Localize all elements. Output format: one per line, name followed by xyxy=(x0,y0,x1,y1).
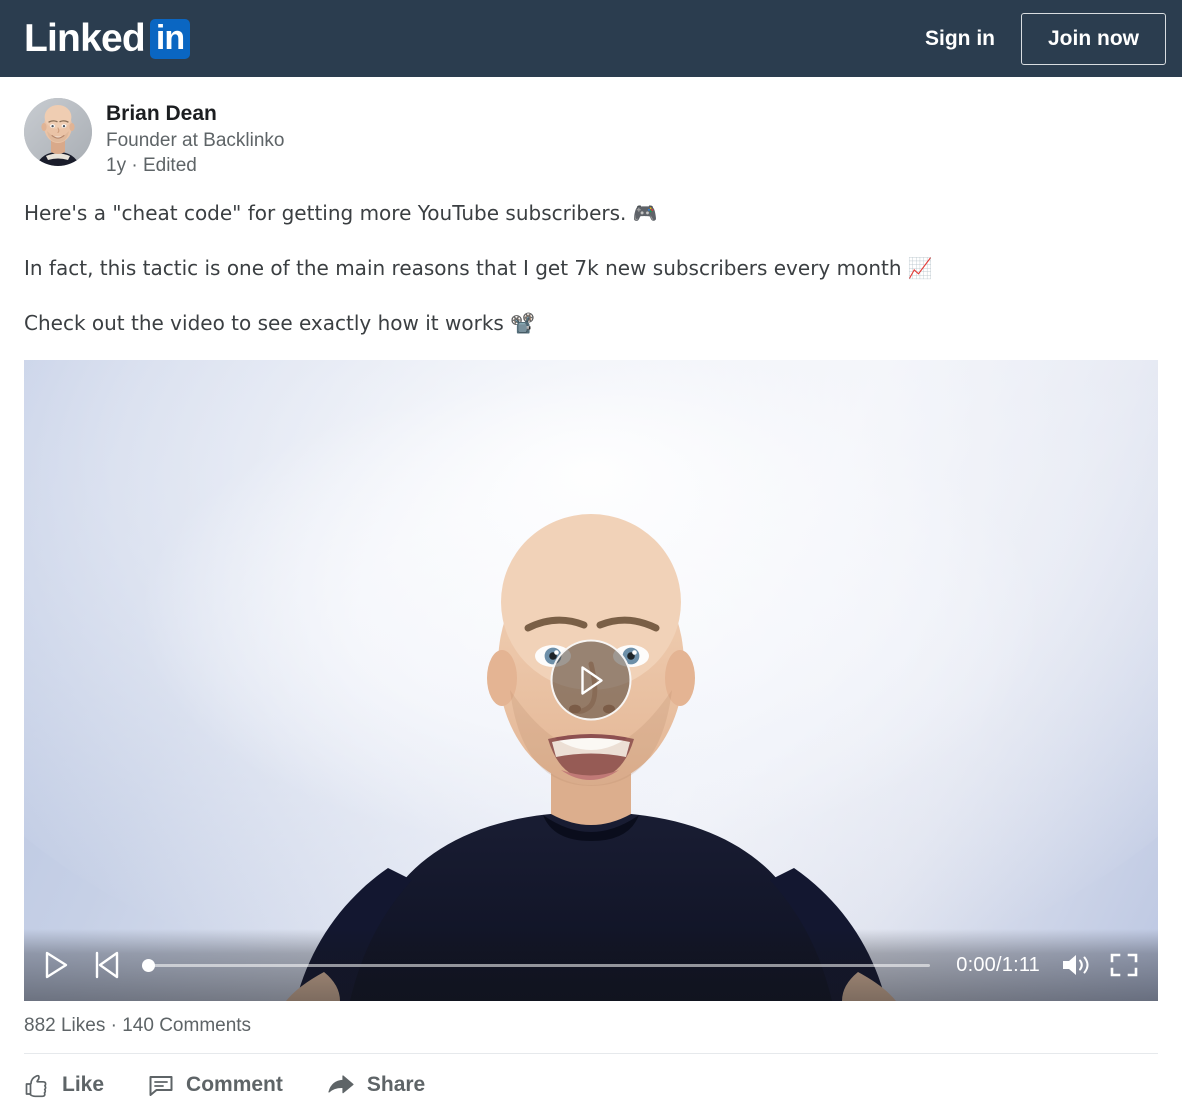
sign-in-link[interactable]: Sign in xyxy=(925,27,995,51)
like-button[interactable]: Like xyxy=(24,1072,104,1098)
logo-wordmark: Linked xyxy=(24,17,146,60)
post-author-row: Brian Dean Founder at Backlinko 1y · Edi… xyxy=(24,77,1158,179)
site-header: Linked in Sign in Join now xyxy=(0,0,1182,77)
author-headline: Founder at Backlinko xyxy=(106,129,285,151)
post-line-2: In fact, this tactic is one of the main … xyxy=(24,256,933,280)
post-line-3: Check out the video to see exactly how i… xyxy=(24,311,536,335)
comment-bubble-icon xyxy=(148,1072,174,1098)
post-text: Here's a "cheat code" for getting more Y… xyxy=(24,179,1158,338)
share-label: Share xyxy=(366,1073,426,1096)
post-timestamp: 1y · Edited xyxy=(106,155,197,177)
author-name[interactable]: Brian Dean xyxy=(106,100,285,128)
post-actions-bar: Like Comment Share xyxy=(24,1054,1158,1114)
progress-knob[interactable] xyxy=(142,958,155,972)
comment-label: Comment xyxy=(186,1073,283,1096)
share-arrow-icon xyxy=(327,1072,355,1098)
like-label: Like xyxy=(62,1073,105,1096)
join-now-button[interactable]: Join now xyxy=(1021,12,1166,65)
previous-track-icon[interactable] xyxy=(92,950,120,980)
share-button[interactable]: Share xyxy=(327,1072,425,1098)
linkedin-logo[interactable]: Linked in xyxy=(24,17,191,60)
progress-track xyxy=(142,963,931,967)
volume-icon[interactable] xyxy=(1060,952,1090,978)
post-line-1: Here's a "cheat code" for getting more Y… xyxy=(24,201,658,225)
post-stats-row: 882 Likes · 140 Comments xyxy=(24,1001,1158,1053)
video-progress-slider[interactable] xyxy=(142,955,931,975)
logo-in-badge: in xyxy=(149,18,191,59)
video-controls-bar: 0:00/1:11 xyxy=(24,929,1158,1001)
fullscreen-icon[interactable] xyxy=(1110,952,1138,978)
comment-button[interactable]: Comment xyxy=(148,1072,283,1098)
likes-comments-summary[interactable]: 882 Likes · 140 Comments xyxy=(24,1001,251,1053)
avatar[interactable] xyxy=(24,98,92,166)
thumbs-up-icon xyxy=(24,1072,50,1098)
author-meta: Brian Dean Founder at Backlinko 1y · Edi… xyxy=(106,98,285,179)
post-container: Brian Dean Founder at Backlinko 1y · Edi… xyxy=(0,77,1182,1114)
play-triangle-icon xyxy=(580,665,603,695)
play-overlay-button[interactable] xyxy=(550,639,632,721)
post-video-player[interactable]: 0:00/1:11 xyxy=(24,360,1158,1001)
play-button[interactable] xyxy=(42,950,70,980)
video-timecode: 0:00/1:11 xyxy=(956,953,1040,976)
